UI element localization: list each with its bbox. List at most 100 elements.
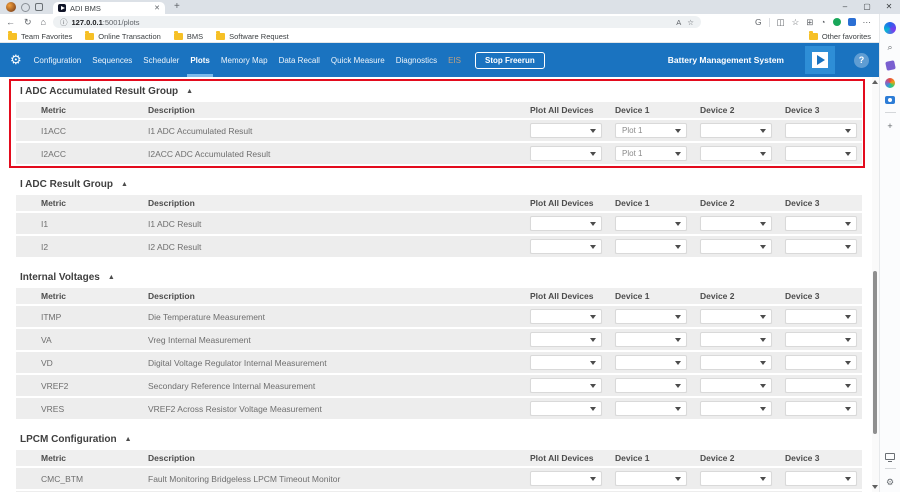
device-1-dropdown[interactable] <box>615 401 687 416</box>
adi-logo-icon[interactable] <box>805 46 835 74</box>
device-1-dropdown[interactable] <box>615 216 687 231</box>
split-screen-icon[interactable]: ◫ <box>777 17 785 28</box>
nav-item-quick-measure[interactable]: Quick Measure <box>331 43 385 77</box>
more-options-icon[interactable]: ⋯ <box>863 17 872 28</box>
maximize-button[interactable]: ▢ <box>856 0 878 14</box>
device-1-dropdown[interactable] <box>615 332 687 347</box>
bookmark-item[interactable]: BMS <box>174 32 203 41</box>
minimize-button[interactable]: – <box>834 0 856 14</box>
device-2-dropdown[interactable] <box>700 309 772 324</box>
device-2-dropdown[interactable] <box>700 146 772 161</box>
read-aloud-icon[interactable]: A <box>676 18 681 27</box>
nav-item-diagnostics[interactable]: Diagnostics <box>396 43 437 77</box>
refresh-icon[interactable]: ↻ <box>24 14 32 30</box>
nav-item-data-recall[interactable]: Data Recall <box>279 43 320 77</box>
plot-all-devices-dropdown[interactable] <box>530 123 602 138</box>
plot-all-devices-dropdown[interactable] <box>530 471 602 486</box>
home-icon[interactable]: ⌂ <box>41 14 46 30</box>
tab-close-icon[interactable]: ✕ <box>154 4 160 12</box>
group-header[interactable]: I ADC Accumulated Result Group▲ <box>16 84 862 99</box>
device-3-dropdown[interactable] <box>785 355 857 370</box>
device-2-dropdown[interactable] <box>700 332 772 347</box>
device-3-dropdown[interactable] <box>785 309 857 324</box>
site-info-icon[interactable]: ⓘ <box>60 17 68 28</box>
connected-devices-icon[interactable] <box>885 453 895 460</box>
sidebar-settings-icon[interactable]: ⚙ <box>886 477 894 488</box>
scroll-up-icon[interactable] <box>872 80 878 84</box>
stop-freerun-button[interactable]: Stop Freerun <box>475 52 545 69</box>
device-3-dropdown[interactable] <box>785 471 857 486</box>
device-2-dropdown[interactable] <box>700 355 772 370</box>
device-3-dropdown[interactable] <box>785 401 857 416</box>
extension-green-icon[interactable] <box>833 18 841 26</box>
device-3-dropdown[interactable] <box>785 332 857 347</box>
help-icon[interactable]: ? <box>854 53 869 68</box>
back-icon[interactable]: ← <box>6 14 15 30</box>
plot-all-devices-dropdown[interactable] <box>530 146 602 161</box>
device-1-dropdown[interactable] <box>615 239 687 254</box>
device-2-dropdown[interactable] <box>700 471 772 486</box>
device-1-dropdown[interactable] <box>615 309 687 324</box>
collapse-icon[interactable]: ▲ <box>125 436 132 443</box>
tab-actions-icon[interactable] <box>35 3 43 11</box>
device-2-dropdown[interactable] <box>700 216 772 231</box>
browser-tab[interactable]: ADI BMS ✕ <box>53 2 165 15</box>
plot-all-devices-dropdown[interactable] <box>530 332 602 347</box>
nav-item-scheduler[interactable]: Scheduler <box>143 43 179 77</box>
group-header[interactable]: I ADC Result Group▲ <box>16 177 862 192</box>
extension-g-icon[interactable]: G <box>755 17 762 27</box>
nav-item-eis[interactable]: EIS <box>448 43 461 77</box>
settings-gear-icon[interactable]: ⚙ <box>10 43 22 77</box>
device-2-dropdown[interactable] <box>700 239 772 254</box>
device-1-dropdown[interactable] <box>615 378 687 393</box>
collapse-icon[interactable]: ▲ <box>186 88 193 95</box>
nav-item-sequences[interactable]: Sequences <box>92 43 132 77</box>
favorite-star-icon[interactable]: ☆ <box>687 18 694 27</box>
bookmark-item[interactable]: Online Transaction <box>85 32 161 41</box>
nav-item-configuration[interactable]: Configuration <box>34 43 82 77</box>
close-button[interactable]: ✕ <box>878 0 900 14</box>
collapse-icon[interactable]: ▲ <box>108 274 115 281</box>
device-2-dropdown[interactable] <box>700 401 772 416</box>
screenshot-icon[interactable] <box>885 96 895 104</box>
search-icon[interactable]: ⌕ <box>887 42 892 53</box>
device-3-dropdown[interactable] <box>785 216 857 231</box>
image-creator-icon[interactable] <box>885 78 895 88</box>
device-3-dropdown[interactable] <box>785 146 857 161</box>
device-1-dropdown[interactable] <box>615 355 687 370</box>
device-1-dropdown[interactable] <box>615 471 687 486</box>
page-scrollbar[interactable] <box>872 77 879 492</box>
nav-item-plots[interactable]: Plots <box>190 43 210 77</box>
other-favorites-folder[interactable]: Other favorites <box>809 32 871 41</box>
device-2-dropdown[interactable] <box>700 378 772 393</box>
device-2-dropdown[interactable] <box>700 123 772 138</box>
scroll-down-icon[interactable] <box>872 485 878 489</box>
nav-item-memory-map[interactable]: Memory Map <box>221 43 268 77</box>
plot-all-devices-dropdown[interactable] <box>530 239 602 254</box>
address-bar[interactable]: ⓘ 127.0.0.1:5001/plots A ☆ <box>53 16 701 28</box>
group-header[interactable]: LPCM Configuration▲ <box>16 432 862 447</box>
scrollbar-thumb[interactable] <box>873 271 877 434</box>
plot-all-devices-dropdown[interactable] <box>530 216 602 231</box>
bookmark-item[interactable]: Team Favorites <box>8 32 72 41</box>
plot-all-devices-dropdown[interactable] <box>530 355 602 370</box>
collections-sidebar-icon[interactable] <box>885 60 896 71</box>
add-favorite-icon[interactable]: ☆ <box>792 17 800 28</box>
customize-sidebar-icon[interactable]: + <box>887 121 892 131</box>
browser-essentials-icon[interactable]: ◔ <box>820 17 825 27</box>
group-header[interactable]: Internal Voltages▲ <box>16 270 862 285</box>
copilot-icon[interactable] <box>884 22 896 34</box>
workspaces-icon[interactable] <box>21 3 30 12</box>
collapse-icon[interactable]: ▲ <box>121 181 128 188</box>
device-3-dropdown[interactable] <box>785 378 857 393</box>
device-1-dropdown[interactable]: Plot 1 <box>615 146 687 161</box>
device-3-dropdown[interactable] <box>785 239 857 254</box>
plot-all-devices-dropdown[interactable] <box>530 378 602 393</box>
bookmark-item[interactable]: Software Request <box>216 32 289 41</box>
new-tab-button[interactable]: + <box>174 0 180 14</box>
plot-all-devices-dropdown[interactable] <box>530 401 602 416</box>
extension-blue-icon[interactable] <box>848 18 856 26</box>
profile-avatar[interactable] <box>6 2 16 12</box>
device-1-dropdown[interactable]: Plot 1 <box>615 123 687 138</box>
collections-icon[interactable]: ⊞ <box>806 17 813 28</box>
